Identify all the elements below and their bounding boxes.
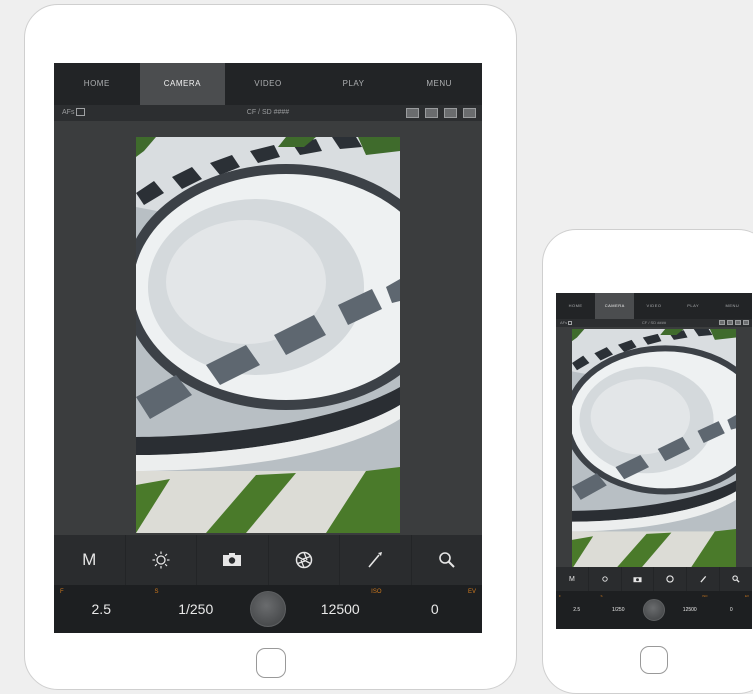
iso-tag: ISO bbox=[371, 589, 382, 595]
drive-mode-button[interactable] bbox=[622, 567, 655, 591]
sun-icon bbox=[602, 576, 608, 582]
exposure-compensation-value[interactable]: EV 0 bbox=[388, 585, 483, 633]
phone-device: HOME CAMERA VIDEO PLAY MENU AFs CF / SD … bbox=[542, 229, 753, 694]
pen-icon bbox=[368, 552, 383, 568]
status-bar: AFs CF / SD #### bbox=[556, 319, 752, 327]
white-balance-icon bbox=[406, 108, 419, 118]
tab-camera[interactable]: CAMERA bbox=[595, 293, 635, 319]
file-format-icon bbox=[425, 108, 438, 118]
shutter-tag: S bbox=[154, 589, 159, 595]
camera-icon bbox=[223, 553, 242, 566]
shutter-speed-value[interactable]: S 1/250 bbox=[598, 591, 640, 629]
shutter-cell bbox=[639, 591, 669, 629]
white-balance-button[interactable] bbox=[589, 567, 622, 591]
home-button[interactable] bbox=[640, 646, 668, 674]
exposure-mode-button[interactable]: M bbox=[54, 535, 126, 585]
shutter-button[interactable] bbox=[250, 591, 286, 627]
status-icons bbox=[406, 108, 476, 118]
ev-readout: 0 bbox=[729, 607, 733, 613]
zoom-button[interactable] bbox=[720, 567, 752, 591]
tab-menu[interactable]: MENU bbox=[396, 63, 482, 105]
mode-bar: M bbox=[54, 535, 482, 585]
shutter-speed-value[interactable]: S 1/250 bbox=[149, 585, 244, 633]
pen-icon bbox=[700, 575, 706, 583]
battery-icon bbox=[743, 320, 749, 325]
iso-value[interactable]: ISO 12500 bbox=[669, 591, 711, 629]
metering-icon bbox=[735, 320, 741, 325]
white-balance-icon bbox=[719, 320, 725, 325]
phone-screen: HOME CAMERA VIDEO PLAY MENU AFs CF / SD … bbox=[556, 293, 752, 629]
exposure-compensation-value[interactable]: EV 0 bbox=[711, 591, 753, 629]
iso-readout: 12500 bbox=[320, 601, 360, 617]
ev-readout: 0 bbox=[430, 601, 439, 617]
tab-home[interactable]: HOME bbox=[556, 293, 595, 319]
aperture-value[interactable]: F 2.5 bbox=[54, 585, 149, 633]
tablet-device: HOME CAMERA VIDEO PLAY MENU AFs CF / SD … bbox=[24, 4, 517, 690]
aperture-icon bbox=[295, 551, 312, 569]
shutter-speed-readout: 1/250 bbox=[611, 607, 625, 613]
camera-icon bbox=[633, 576, 642, 582]
search-icon bbox=[732, 575, 740, 583]
tab-camera[interactable]: CAMERA bbox=[139, 63, 226, 105]
shutter-speed-readout: 1/250 bbox=[178, 601, 214, 617]
status-bar: AFs CF / SD #### bbox=[54, 105, 482, 121]
aperture-readout: 2.5 bbox=[573, 607, 581, 613]
tab-video[interactable]: VIDEO bbox=[225, 63, 311, 105]
search-icon bbox=[438, 552, 455, 568]
tablet-screen: HOME CAMERA VIDEO PLAY MENU AFs CF / SD … bbox=[54, 63, 482, 633]
ev-tag: EV bbox=[744, 594, 749, 598]
shutter-cell bbox=[243, 585, 293, 633]
mode-bar: M bbox=[556, 567, 752, 591]
tab-play[interactable]: PLAY bbox=[674, 293, 713, 319]
home-button[interactable] bbox=[256, 648, 286, 678]
battery-icon bbox=[463, 108, 476, 118]
live-view[interactable] bbox=[572, 329, 736, 569]
tab-play[interactable]: PLAY bbox=[311, 63, 397, 105]
value-bar: F 2.5 S 1/250 ISO 12500 EV 0 bbox=[54, 585, 482, 633]
top-nav: HOME CAMERA VIDEO PLAY MENU bbox=[556, 293, 752, 319]
aperture-tag: F bbox=[559, 594, 561, 598]
aperture-tag: F bbox=[60, 589, 64, 595]
tab-menu[interactable]: MENU bbox=[713, 293, 752, 319]
drive-mode-button[interactable] bbox=[197, 535, 269, 585]
edit-button[interactable] bbox=[687, 567, 721, 591]
live-view[interactable] bbox=[136, 137, 400, 533]
zoom-button[interactable] bbox=[412, 535, 483, 585]
aperture-readout: 2.5 bbox=[91, 601, 111, 617]
ev-tag: EV bbox=[467, 589, 476, 595]
iso-value[interactable]: ISO 12500 bbox=[293, 585, 388, 633]
sun-icon bbox=[152, 551, 170, 569]
aperture-value[interactable]: F 2.5 bbox=[556, 591, 598, 629]
value-bar: F 2.5 S 1/250 ISO 12500 EV 0 bbox=[556, 591, 752, 629]
iso-readout: 12500 bbox=[682, 607, 697, 613]
metering-icon bbox=[444, 108, 457, 118]
top-nav: HOME CAMERA VIDEO PLAY MENU bbox=[54, 63, 482, 105]
aperture-icon bbox=[666, 575, 675, 583]
tab-home[interactable]: HOME bbox=[54, 63, 140, 105]
exposure-mode-button[interactable]: M bbox=[556, 567, 589, 591]
aperture-settings-button[interactable] bbox=[654, 567, 688, 591]
tab-video[interactable]: VIDEO bbox=[634, 293, 673, 319]
status-icons bbox=[719, 320, 749, 325]
white-balance-button[interactable] bbox=[126, 535, 197, 585]
shutter-button[interactable] bbox=[643, 599, 665, 621]
aperture-settings-button[interactable] bbox=[269, 535, 340, 585]
iso-tag: ISO bbox=[702, 594, 708, 598]
shutter-tag: S bbox=[600, 594, 603, 598]
file-format-icon bbox=[727, 320, 733, 325]
edit-button[interactable] bbox=[340, 535, 412, 585]
